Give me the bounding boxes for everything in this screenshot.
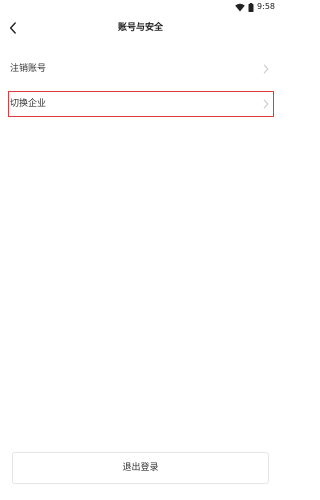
battery-icon [248,2,254,12]
chevron-right-icon [263,64,269,74]
menu-item-switch-company[interactable]: 切换企业 [0,89,281,119]
menu-item-label: 注销账号 [10,64,47,74]
page-title: 账号与安全 [117,23,163,33]
menu-item-deregister-account[interactable]: 注销账号 [0,54,281,84]
chevron-right-icon [263,99,269,109]
menu-item-label: 切换企业 [10,99,47,109]
status-icons: 9:58 [235,1,275,13]
status-bar: 9:58 [0,0,281,14]
status-time: 9:58 [257,2,275,11]
account-security-screen: 9:58 账号与安全 注销账号 切换企业 退出登录 [0,0,281,500]
nav-bar: 账号与安全 [0,14,281,42]
logout-button[interactable]: 退出登录 [12,452,269,484]
wifi-icon [235,3,245,11]
